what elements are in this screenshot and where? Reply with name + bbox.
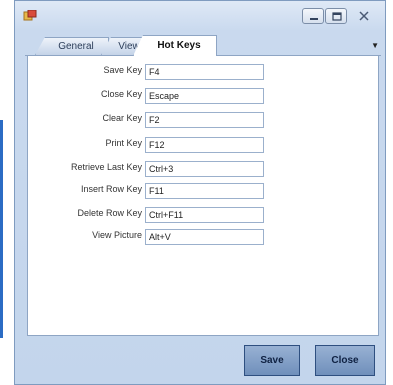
chevron-down-icon[interactable]: ▼ bbox=[371, 41, 379, 50]
minimize-icon bbox=[310, 18, 318, 20]
hot-keys-panel: Save Key Close Key Clear Key Print Key R… bbox=[27, 55, 379, 336]
minimize-button[interactable] bbox=[302, 8, 324, 24]
field-row-clear-key: Clear Key bbox=[28, 112, 380, 128]
retrieve-last-key-label: Retrieve Last Key bbox=[70, 162, 142, 172]
field-row-view-picture: View Picture bbox=[28, 229, 380, 245]
field-row-print-key: Print Key bbox=[28, 137, 380, 153]
insert-row-key-label: Insert Row Key bbox=[80, 184, 142, 194]
print-key-input[interactable] bbox=[145, 137, 264, 153]
view-picture-label: View Picture bbox=[92, 230, 142, 240]
close-key-label: Close Key bbox=[100, 89, 142, 99]
field-row-retrieve-last-key: Retrieve Last Key bbox=[28, 161, 380, 177]
title-bar bbox=[15, 1, 385, 29]
delete-row-key-input[interactable] bbox=[145, 207, 264, 223]
field-row-close-key: Close Key bbox=[28, 88, 380, 104]
app-icon bbox=[23, 9, 37, 21]
close-button[interactable]: Close bbox=[315, 345, 375, 376]
view-picture-input[interactable] bbox=[145, 229, 264, 245]
left-accent-bar bbox=[0, 120, 3, 338]
dialog-window: General View Hot Keys ▼ Save Key Close K… bbox=[14, 0, 386, 385]
tab-strip: General View Hot Keys ▼ bbox=[25, 35, 381, 56]
maximize-button[interactable] bbox=[325, 8, 347, 24]
field-row-insert-row-key: Insert Row Key bbox=[28, 183, 380, 199]
maximize-icon bbox=[332, 12, 342, 21]
field-row-save-key: Save Key bbox=[28, 64, 380, 80]
button-bar: Save Close bbox=[27, 337, 379, 382]
print-key-label: Print Key bbox=[105, 138, 142, 148]
tab-hot-keys[interactable]: Hot Keys bbox=[133, 35, 217, 56]
close-window-button[interactable] bbox=[349, 8, 379, 24]
close-icon bbox=[359, 11, 369, 21]
clear-key-input[interactable] bbox=[145, 112, 264, 128]
save-button[interactable]: Save bbox=[244, 345, 300, 376]
field-row-delete-row-key: Delete Row Key bbox=[28, 207, 380, 223]
tab-general[interactable]: General bbox=[35, 37, 109, 55]
retrieve-last-key-input[interactable] bbox=[145, 161, 264, 177]
save-key-input[interactable] bbox=[145, 64, 264, 80]
clear-key-label: Clear Key bbox=[102, 113, 142, 123]
insert-row-key-input[interactable] bbox=[145, 183, 264, 199]
delete-row-key-label: Delete Row Key bbox=[77, 208, 142, 218]
close-key-input[interactable] bbox=[145, 88, 264, 104]
save-key-label: Save Key bbox=[103, 65, 142, 75]
